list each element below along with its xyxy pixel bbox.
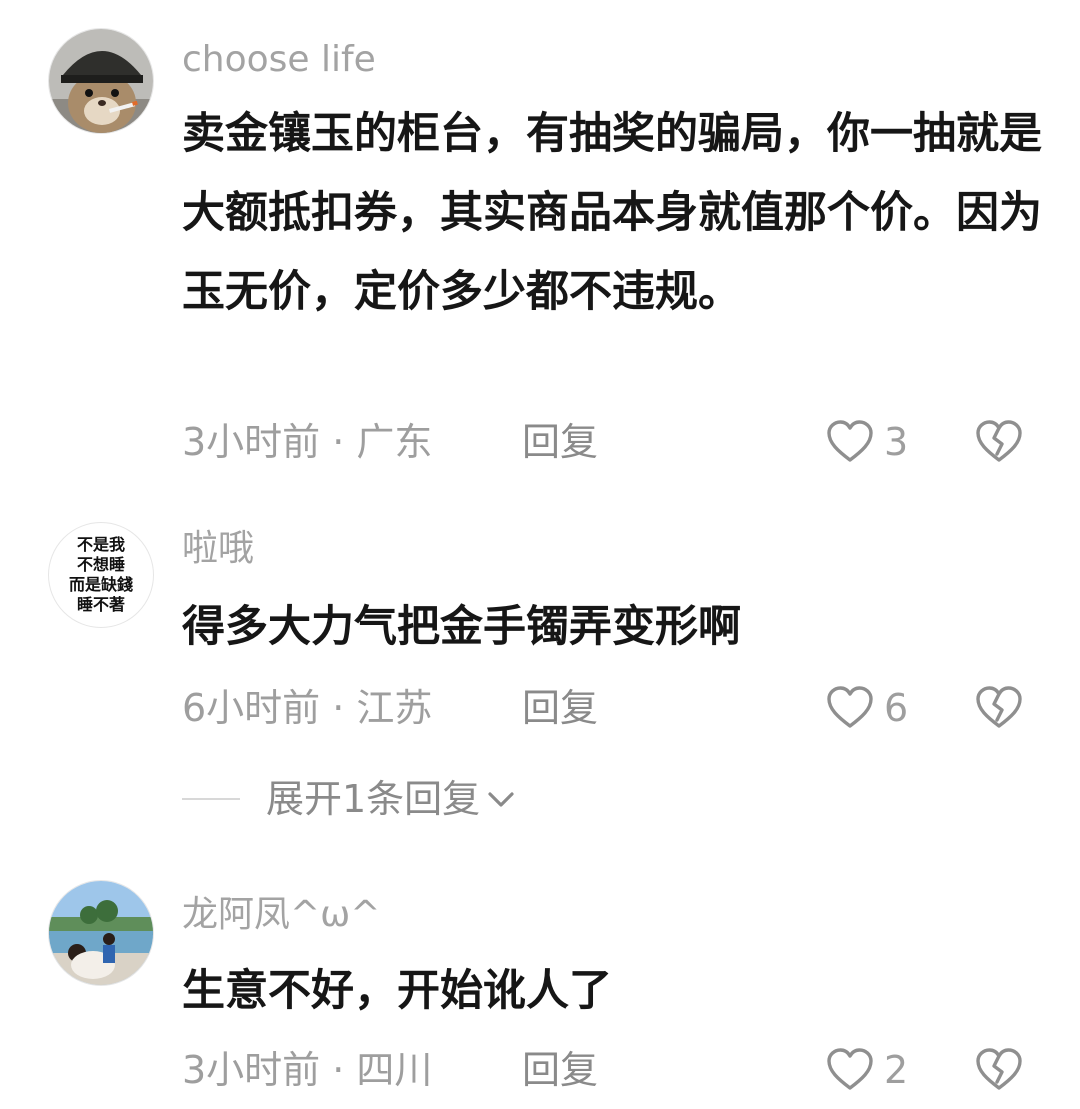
avatar[interactable] <box>48 880 154 986</box>
comment-meta: 3小时前 · 广东 <box>182 420 433 464</box>
expand-divider <box>182 798 240 800</box>
comment-item: 龙阿凤^ω^ 生意不好，开始讹人了 3小时前 · 四川 回复 2 <box>0 860 1080 1109</box>
broken-heart-icon <box>976 1048 1022 1090</box>
comment-content: 生意不好，开始讹人了 <box>182 966 612 1016</box>
like-count: 3 <box>884 420 909 464</box>
beach-photo-avatar <box>49 881 153 985</box>
calligraphy-text-avatar: 不是我 不想睡 而是缺錢 睡不著 <box>68 535 133 614</box>
comment-content: 得多大力气把金手镯弄变形啊 <box>182 602 741 652</box>
avatar[interactable]: 不是我 不想睡 而是缺錢 睡不著 <box>48 522 154 628</box>
reply-button[interactable]: 回复 <box>522 1046 598 1094</box>
comment-item: choose life 卖金镶玉的柜台，有抽奖的骗局，你一抽就是大额抵扣券，其实… <box>0 0 1080 500</box>
heart-outline-icon <box>827 420 873 462</box>
like-count: 6 <box>884 686 909 730</box>
heart-outline-icon <box>827 686 873 728</box>
comment-item: 不是我 不想睡 而是缺錢 睡不著 啦哦 得多大力气把金手镯弄变形啊 6小时前 ·… <box>0 500 1080 860</box>
comment-meta: 3小时前 · 四川 <box>182 1048 433 1092</box>
like-button[interactable]: 2 <box>826 1046 908 1094</box>
avatar[interactable] <box>48 28 154 134</box>
expand-replies-button[interactable]: 展开1条回复 <box>182 775 518 823</box>
dislike-button[interactable] <box>974 418 1024 466</box>
dislike-button[interactable] <box>974 1046 1024 1094</box>
broken-heart-icon <box>976 686 1022 728</box>
reply-button[interactable]: 回复 <box>522 418 598 466</box>
reply-button[interactable]: 回复 <box>522 684 598 732</box>
like-count: 2 <box>884 1048 909 1092</box>
expand-replies-label: 展开1条回复 <box>266 777 481 821</box>
helmet-hamster-avatar <box>49 29 153 133</box>
comment-author[interactable]: choose life <box>182 38 376 82</box>
comment-content: 卖金镶玉的柜台，有抽奖的骗局，你一抽就是大额抵扣券，其实商品本身就值那个价。因为… <box>182 109 1042 317</box>
like-button[interactable]: 3 <box>826 418 908 466</box>
comment-author[interactable]: 啦哦 <box>182 527 254 571</box>
chevron-down-icon <box>488 792 514 807</box>
like-button[interactable]: 6 <box>826 684 908 732</box>
heart-outline-icon <box>827 1048 873 1090</box>
broken-heart-icon <box>976 420 1022 462</box>
comment-author[interactable]: 龙阿凤^ω^ <box>182 893 380 937</box>
comment-meta: 6小时前 · 江苏 <box>182 686 433 730</box>
dislike-button[interactable] <box>974 684 1024 732</box>
